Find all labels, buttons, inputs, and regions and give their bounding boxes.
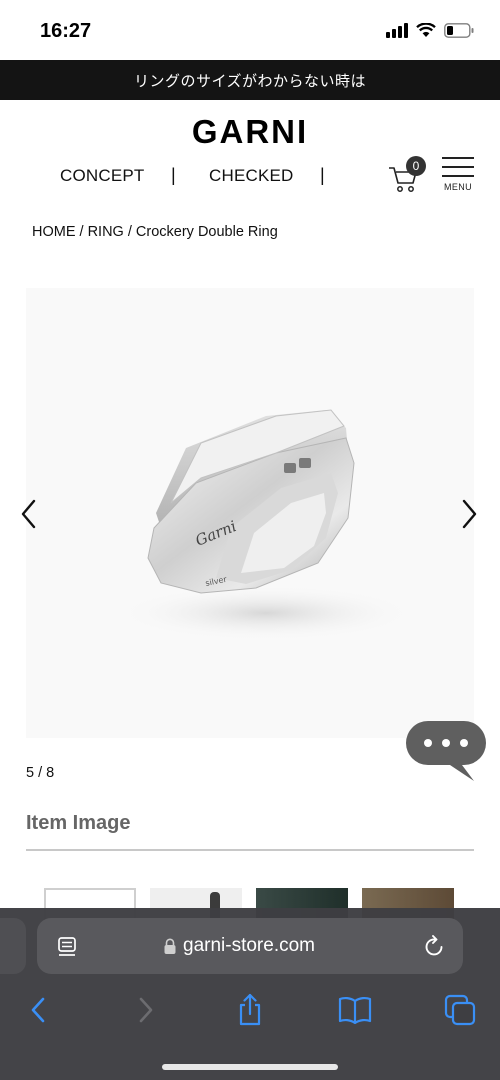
nav-separator: | [320, 165, 325, 185]
status-icons [386, 22, 474, 38]
hamburger-line [442, 166, 474, 168]
chevron-right-icon [139, 997, 153, 1023]
home-indicator[interactable] [162, 1064, 338, 1070]
chevron-left-icon [21, 499, 36, 529]
reload-icon[interactable] [424, 935, 446, 959]
nav-checked[interactable]: CHECKED [209, 166, 294, 186]
browser-toolbar: garni-store.com [0, 908, 500, 1080]
size-guide-banner[interactable]: リングのサイズがわからない時は [0, 60, 500, 100]
signal-icon [386, 22, 408, 38]
book-icon [338, 996, 372, 1024]
chevron-right-icon [462, 499, 477, 529]
divider [26, 849, 474, 851]
hamburger-icon [442, 157, 474, 159]
cart-button[interactable]: 0 [388, 156, 430, 192]
status-bar: 16:27 [0, 0, 500, 60]
status-time: 16:27 [40, 20, 92, 42]
address-bar[interactable]: garni-store.com [37, 918, 463, 974]
item-image-heading: Item Image [26, 812, 131, 834]
battery-icon [444, 22, 474, 38]
menu-button[interactable]: MENU [441, 157, 475, 195]
cart-count-badge: 0 [406, 156, 426, 176]
site-logo[interactable]: GARNI [0, 113, 500, 151]
share-button[interactable] [230, 990, 270, 1030]
hamburger-line [442, 175, 474, 177]
url-text: garni-store.com [183, 935, 315, 956]
tabs-icon [444, 994, 476, 1026]
page-menu-icon[interactable] [57, 936, 79, 958]
wifi-icon [416, 22, 436, 38]
bookmarks-button[interactable] [335, 990, 375, 1030]
breadcrumb[interactable]: HOME / RING / Crockery Double Ring [32, 224, 278, 240]
lock-icon [164, 938, 176, 954]
gallery-counter: 5 / 8 [26, 765, 55, 781]
chat-button[interactable] [406, 720, 486, 782]
product-image-ring: Garni silver [116, 409, 416, 641]
previous-tab-peek[interactable] [0, 918, 26, 974]
chevron-left-icon [31, 997, 45, 1023]
product-gallery[interactable]: Garni silver [26, 288, 474, 738]
gallery-prev-button[interactable] [18, 497, 40, 531]
chat-bubble-icon [406, 721, 486, 781]
menu-label: MENU [443, 182, 473, 192]
nav-separator: | [171, 165, 176, 185]
main-nav: CONCEPT | CHECKED | [0, 165, 380, 190]
gallery-next-button[interactable] [458, 497, 480, 531]
forward-button[interactable] [126, 990, 166, 1030]
tabs-button[interactable] [440, 990, 480, 1030]
nav-concept[interactable]: CONCEPT [60, 166, 145, 186]
share-icon [239, 993, 261, 1026]
back-button[interactable] [18, 990, 58, 1030]
